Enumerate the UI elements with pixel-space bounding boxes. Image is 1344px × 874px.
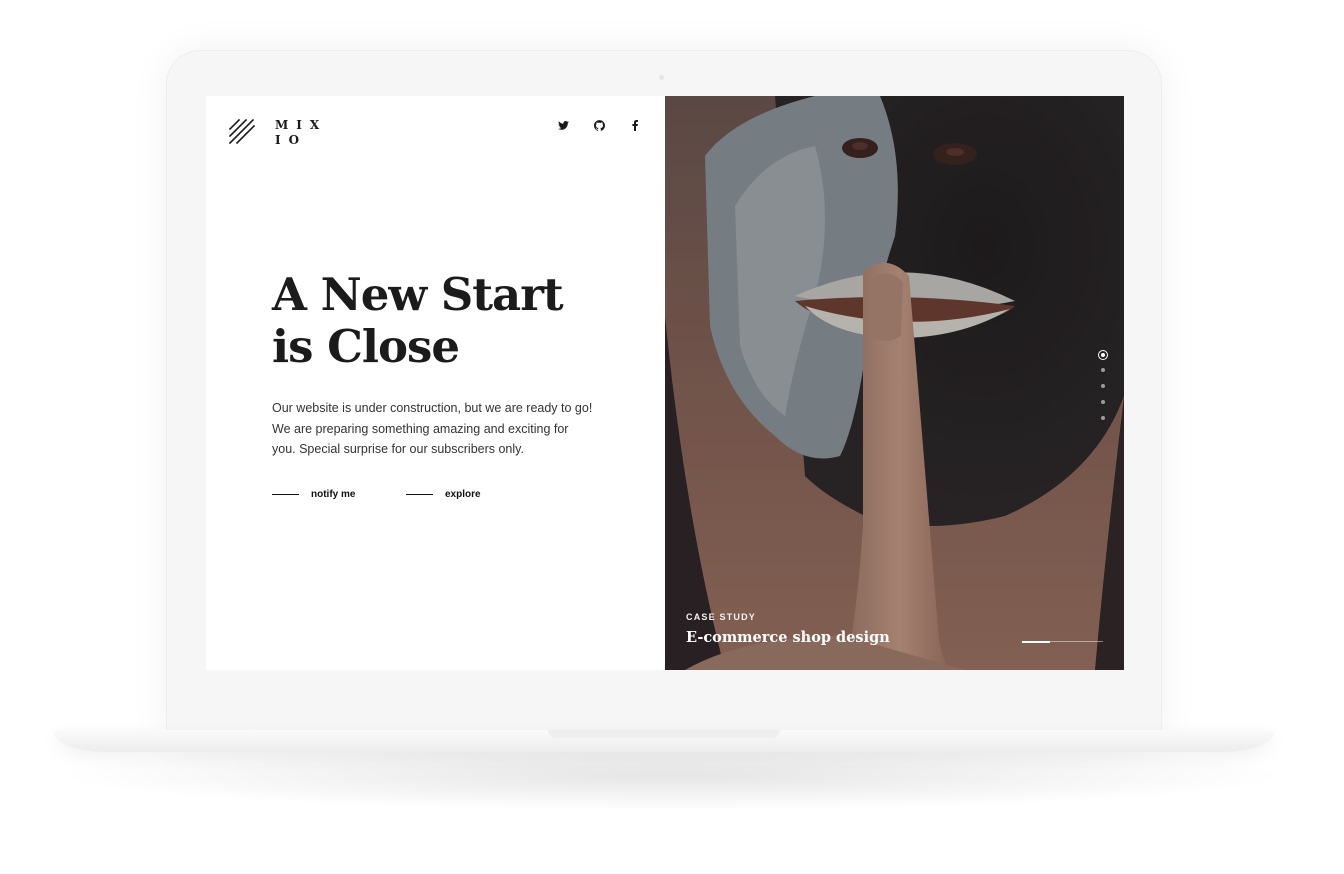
laptop-notch	[548, 730, 780, 738]
description-line-2: We are preparing something amazing and e…	[272, 421, 569, 436]
notify-me-button[interactable]: notify me	[272, 489, 355, 500]
case-study-slider[interactable]: CASE STUDY E-commerce shop design	[665, 96, 1124, 670]
slide-progress-bar	[1022, 640, 1103, 643]
slide-progress-fill	[1022, 640, 1051, 643]
description-line-3: you. Special surprise for our subscriber…	[272, 442, 524, 456]
logo-line-1: MIX	[275, 118, 328, 132]
explore-label: explore	[445, 489, 481, 500]
dash-decoration	[272, 494, 299, 495]
slide-dot-active[interactable]	[1098, 350, 1108, 360]
laptop-camera	[659, 75, 664, 80]
notify-me-label: notify me	[311, 489, 356, 500]
hero-description: Our website is under construction, but w…	[272, 398, 612, 460]
explore-button[interactable]: explore	[406, 489, 481, 500]
coming-soon-panel: MIX IO A New Start is Close Our website …	[206, 96, 665, 670]
slide-dot[interactable]	[1101, 416, 1105, 420]
headline-line-2: is Close	[272, 320, 460, 373]
photo-overlay	[665, 96, 1124, 670]
logo-line-2: IO	[275, 133, 308, 147]
diagonal-stripes-icon[interactable]	[228, 118, 256, 146]
slide-indicators	[1097, 350, 1109, 432]
page-title: A New Start is Close	[272, 268, 564, 373]
slide-dot[interactable]	[1101, 400, 1105, 404]
case-study-title[interactable]: E-commerce shop design	[686, 629, 890, 646]
headline-line-1: A New Start	[272, 268, 564, 321]
laptop-screen: MIX IO A New Start is Close Our website …	[206, 96, 1124, 670]
description-line-1: Our website is under construction, but w…	[272, 401, 593, 415]
facebook-icon[interactable]	[628, 118, 642, 132]
slide-dot[interactable]	[1101, 384, 1105, 388]
brand-logo[interactable]: MIX IO	[275, 118, 327, 148]
dash-decoration	[406, 494, 433, 495]
case-study-label: CASE STUDY	[686, 612, 757, 622]
github-icon[interactable]	[592, 118, 606, 132]
twitter-icon[interactable]	[556, 118, 570, 132]
slide-dot[interactable]	[1101, 368, 1105, 372]
